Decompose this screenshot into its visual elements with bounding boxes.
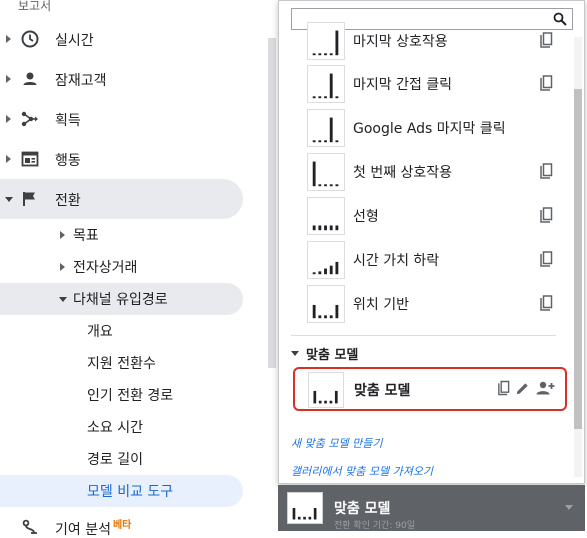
model-name: 마지막 상호작용 xyxy=(353,34,448,50)
clock-icon xyxy=(21,30,39,48)
caret-down-icon xyxy=(5,197,13,202)
nav-leaf-overview[interactable]: 개요 xyxy=(87,315,113,347)
caret-right-icon xyxy=(6,155,11,163)
section-divider xyxy=(291,335,556,336)
model-option-time-decay[interactable]: 시간 가치 하락 xyxy=(306,238,561,282)
selected-model-icon xyxy=(287,492,323,524)
model-name: 위치 기반 xyxy=(353,297,409,313)
first-interaction-icon xyxy=(307,153,345,191)
nav-item-label: 행동 xyxy=(55,153,81,169)
nav-leaf-time-lag[interactable]: 소요 시간 xyxy=(87,411,143,443)
nav-subitem-label: 전자상거래 xyxy=(73,260,138,276)
model-name: 시간 가치 하락 xyxy=(353,253,440,269)
nav-item-label: 전환 xyxy=(55,193,81,209)
nav-item-conversions[interactable]: 전환 xyxy=(0,181,243,217)
custom-model-icon xyxy=(308,372,344,408)
nav-item-behavior[interactable]: 행동 xyxy=(0,141,243,177)
model-name: Google Ads 마지막 클릭 xyxy=(353,121,506,137)
nav-item-attribution[interactable]: 기여 분석 베타 xyxy=(0,510,243,538)
nav-item-label: 잠재고객 xyxy=(55,73,107,89)
model-name: 맞춤 모델 xyxy=(354,383,411,399)
copy-icon[interactable] xyxy=(539,32,553,48)
nav-item-label: 실시간 xyxy=(55,33,94,49)
model-name: 첫 번째 상호작용 xyxy=(353,165,453,181)
beta-badge: 베타 xyxy=(112,520,132,531)
model-name: 선형 xyxy=(353,209,379,225)
nav-item-realtime[interactable]: 실시간 xyxy=(0,21,243,57)
nav-subitem-label: 다채널 유입경로 xyxy=(73,292,168,308)
behavior-icon xyxy=(21,151,39,167)
caret-right-icon xyxy=(6,75,11,83)
nav-item-audience[interactable]: 잠재고객 xyxy=(0,61,243,97)
chevron-down-icon[interactable] xyxy=(565,505,573,510)
nav-item-label: 기여 분석 xyxy=(55,522,111,538)
nav-leaf-path-length[interactable]: 경로 길이 xyxy=(87,443,143,475)
section-label: 보고서 xyxy=(18,0,52,13)
time-decay-icon xyxy=(307,241,345,279)
nav-item-acquisition[interactable]: 획득 xyxy=(0,101,243,137)
share-person-add-icon[interactable] xyxy=(535,380,555,396)
caret-right-icon xyxy=(6,115,11,123)
custom-models-header[interactable]: 맞춤 모델 xyxy=(291,344,358,363)
nav-leaf-model-comparison-tool[interactable]: 모델 비교 도구 xyxy=(87,475,173,507)
create-custom-model-link[interactable]: 새 맞춤 모델 만들기 xyxy=(291,435,382,451)
selected-model-name: 맞춤 모델 xyxy=(334,501,391,517)
left-navigation: 보고서 실시간 잠재고객 획득 행동 전환 목표 전자상거래 다채널 유입경로 … xyxy=(0,0,268,538)
nav-leaf-top-conversion-paths[interactable]: 인기 전환 경로 xyxy=(87,379,173,411)
caret-down-icon xyxy=(291,351,299,356)
copy-icon[interactable] xyxy=(497,380,510,396)
attribution-model-dropdown: 마지막 상호작용 마지막 간접 클릭 Google Ads 마지막 클릭 첫 번… xyxy=(278,0,585,484)
custom-model-actions xyxy=(497,380,555,396)
nav-subitem-multichannel[interactable]: 다채널 유입경로 xyxy=(59,283,168,315)
position-based-icon xyxy=(307,285,345,323)
caret-right-icon xyxy=(60,231,65,239)
model-option-custom[interactable]: 맞춤 모델 xyxy=(293,367,567,411)
custom-models-title: 맞춤 모델 xyxy=(306,348,359,363)
model-option-last-indirect-click[interactable]: 마지막 간접 클릭 xyxy=(306,62,561,106)
nav-subitem-label: 목표 xyxy=(73,228,99,244)
nav-leaf-assisted-conversions[interactable]: 지원 전환수 xyxy=(87,347,156,379)
nav-scrollbar[interactable] xyxy=(268,38,276,368)
acquisition-icon xyxy=(21,111,38,127)
model-option-position-based[interactable]: 위치 기반 xyxy=(306,282,561,326)
google-ads-last-click-icon xyxy=(307,109,345,147)
edit-pencil-icon[interactable] xyxy=(515,381,530,396)
caret-right-icon xyxy=(60,263,65,271)
copy-icon[interactable] xyxy=(539,251,553,267)
import-from-gallery-link[interactable]: 갤러리에서 맞춤 모델 가져오기 xyxy=(291,463,433,479)
model-option-google-ads-last-click[interactable]: Google Ads 마지막 클릭 xyxy=(306,106,561,150)
nav-item-label: 획득 xyxy=(55,113,81,129)
nav-item-attribution-label: 기여 분석 베타 xyxy=(55,519,131,538)
last-indirect-click-icon xyxy=(307,65,345,103)
model-option-first-interaction[interactable]: 첫 번째 상호작용 xyxy=(306,150,561,194)
model-option-last-interaction[interactable]: 마지막 상호작용 xyxy=(306,19,561,63)
nav-subitem-goals[interactable]: 목표 xyxy=(60,219,99,251)
model-name: 마지막 간접 클릭 xyxy=(353,77,453,93)
person-icon xyxy=(23,72,37,85)
flag-icon xyxy=(23,192,35,206)
copy-icon[interactable] xyxy=(539,163,553,179)
caret-down-icon xyxy=(59,296,67,302)
nav-subitem-ecommerce[interactable]: 전자상거래 xyxy=(60,251,137,283)
panel-scrollbar-thumb[interactable] xyxy=(574,89,582,429)
attribution-icon xyxy=(22,519,37,534)
copy-icon[interactable] xyxy=(539,75,553,91)
selected-model-bar[interactable]: 맞춤 모델 전환 확인 기간: 90일 xyxy=(278,485,585,531)
linear-icon xyxy=(307,197,345,235)
caret-right-icon xyxy=(6,35,11,43)
copy-icon[interactable] xyxy=(539,295,553,311)
copy-icon[interactable] xyxy=(539,207,553,223)
selected-model-subtitle: 전환 확인 기간: 90일 xyxy=(334,521,416,531)
last-interaction-icon xyxy=(307,22,345,60)
model-option-linear[interactable]: 선형 xyxy=(306,194,561,238)
